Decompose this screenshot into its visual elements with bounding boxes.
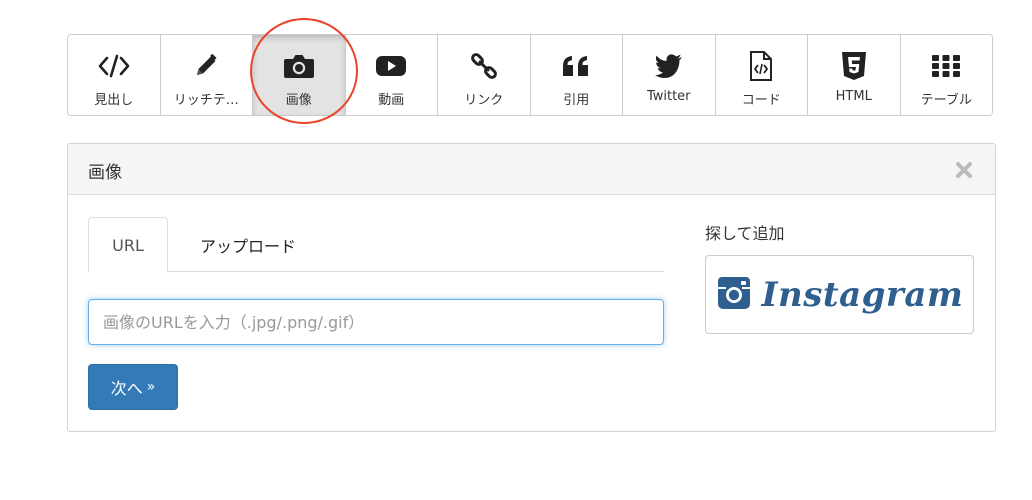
instagram-button[interactable]: Instagram: [705, 255, 974, 334]
toolbar-richtext-button[interactable]: リッチテ…: [160, 35, 253, 115]
source-tabs: URL アップロード: [88, 217, 664, 273]
toolbar-label: 見出し: [94, 93, 134, 108]
quote-icon: [561, 51, 591, 81]
search-add-label: 探して追加: [705, 224, 785, 243]
image-panel: 画像 URL アップロード 次へ » 探して追加 Instagram: [67, 143, 996, 432]
toolbar-link-button[interactable]: リンク: [438, 35, 531, 115]
toolbar-html-button[interactable]: HTML: [808, 35, 901, 115]
toolbar-label: コード: [741, 93, 781, 108]
instagram-logo-text: Instagram: [761, 274, 964, 315]
close-icon[interactable]: [955, 161, 973, 183]
panel-title: 画像: [88, 163, 122, 183]
code-icon: [97, 51, 131, 81]
next-button-label: 次へ: [110, 379, 143, 398]
toolbar-label: 引用: [563, 93, 590, 108]
twitter-icon: [654, 51, 684, 81]
toolbar-label: リンク: [464, 93, 504, 108]
grid-icon: [931, 51, 961, 81]
tab-url[interactable]: URL: [88, 217, 168, 273]
tab-label: アップロード: [199, 236, 296, 256]
toolbar-label: テーブル: [920, 93, 972, 108]
toolbar-quote-button[interactable]: 引用: [530, 35, 623, 115]
toolbar-label: HTML: [835, 89, 872, 104]
toolbar-code-button[interactable]: コード: [715, 35, 808, 115]
tab-label: URL: [112, 235, 144, 255]
tab-upload[interactable]: アップロード: [178, 217, 318, 272]
code-file-icon: [748, 51, 774, 81]
editor-toolbar: 見出し リッチテ… 画像 動画 リンク 引用 Twitter コード HTML …: [67, 34, 993, 116]
toolbar-table-button[interactable]: テーブル: [900, 35, 992, 115]
html5-icon: [841, 51, 867, 81]
youtube-icon: [374, 51, 408, 81]
toolbar-label: 動画: [378, 93, 405, 108]
double-chevron-right-icon: »: [146, 379, 156, 395]
camera-icon: [282, 51, 316, 81]
next-button[interactable]: 次へ »: [88, 364, 178, 410]
toolbar-label: Twitter: [646, 89, 691, 104]
link-icon: [469, 51, 499, 81]
toolbar-twitter-button[interactable]: Twitter: [623, 35, 716, 115]
toolbar-heading-button[interactable]: 見出し: [68, 35, 161, 115]
toolbar-label: リッチテ…: [173, 93, 239, 108]
toolbar-label: 画像: [285, 93, 312, 108]
toolbar-image-button[interactable]: 画像: [253, 35, 346, 115]
toolbar-video-button[interactable]: 動画: [345, 35, 438, 115]
panel-header: 画像: [68, 144, 995, 195]
instagram-icon: [716, 275, 752, 315]
image-url-input[interactable]: [88, 299, 664, 345]
pencil-icon: [192, 51, 220, 81]
